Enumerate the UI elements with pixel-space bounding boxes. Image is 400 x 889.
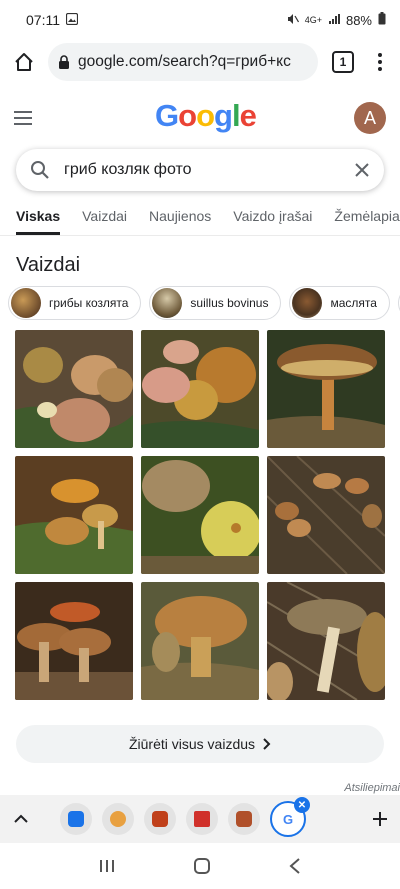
image-result[interactable]	[15, 330, 133, 448]
image-result[interactable]	[267, 582, 385, 700]
image-result[interactable]	[15, 456, 133, 574]
image-result[interactable]	[141, 456, 259, 574]
chevron-up-icon[interactable]	[10, 808, 32, 830]
signal-icon	[328, 13, 340, 28]
image-results-grid	[15, 330, 386, 700]
related-chip[interactable]: suillus bovinus	[149, 286, 282, 320]
tab-favicon[interactable]	[60, 803, 92, 835]
google-g-icon: G	[282, 811, 294, 827]
status-bar: 07:11 4G+ 88%	[0, 0, 400, 40]
mute-icon	[287, 13, 299, 28]
back-nav-icon[interactable]	[288, 857, 302, 875]
view-all-label: Žiūrėti visus vaizdus	[128, 736, 256, 752]
chevron-right-icon	[263, 738, 271, 750]
google-header: Google A	[0, 92, 400, 144]
hamburger-menu-icon[interactable]	[14, 111, 42, 125]
tab-switcher-button[interactable]: 1	[332, 51, 354, 73]
feedback-link[interactable]: Atsiliepimai	[344, 782, 400, 794]
recent-apps-icon[interactable]	[98, 858, 116, 874]
status-time: 07:11	[26, 12, 60, 28]
browser-menu-button[interactable]	[368, 46, 392, 78]
battery-percent: 88%	[345, 12, 372, 28]
tab-videos[interactable]: Vaizdo įrašai	[233, 202, 312, 235]
active-tab-favicon[interactable]: G ✕	[270, 797, 310, 837]
image-result[interactable]	[267, 456, 385, 574]
account-avatar[interactable]: A	[354, 102, 386, 134]
system-nav-bar	[0, 843, 400, 889]
tab-news[interactable]: Naujienos	[149, 202, 211, 235]
search-box[interactable]: гриб козляк фото	[16, 149, 384, 191]
home-nav-icon[interactable]	[193, 857, 211, 875]
new-tab-icon[interactable]	[370, 809, 390, 829]
url-text: google.com/search?q=гриб+кс	[78, 53, 291, 70]
search-tabs: Viskas Vaizdai Naujienos Vaizdo įrašai Ž…	[0, 202, 400, 236]
related-chip[interactable]: маслята	[289, 286, 390, 320]
chip-thumbnail	[152, 288, 183, 318]
clear-search-icon[interactable]	[354, 162, 370, 178]
image-result[interactable]	[141, 330, 259, 448]
chip-label: грибы козлята	[49, 296, 129, 310]
browser-tab-strip: G ✕	[0, 795, 400, 843]
image-result[interactable]	[267, 330, 385, 448]
tab-favicon[interactable]	[228, 803, 260, 835]
tab-maps[interactable]: Žemėlapia	[334, 202, 399, 235]
chip-label: suillus bovinus	[190, 296, 269, 310]
chip-thumbnail	[292, 288, 323, 318]
home-button[interactable]	[8, 46, 40, 78]
home-icon	[15, 53, 33, 71]
google-logo[interactable]: Google	[155, 98, 257, 134]
browser-toolbar: google.com/search?q=гриб+кс 1	[0, 40, 400, 84]
view-all-images-button[interactable]: Žiūrėti visus vaizdus	[16, 725, 384, 763]
chip-label: маслята	[330, 296, 377, 310]
tab-images[interactable]: Vaizdai	[82, 202, 127, 235]
image-result[interactable]	[141, 582, 259, 700]
address-bar[interactable]: google.com/search?q=гриб+кс	[48, 43, 318, 81]
search-input[interactable]: гриб козляк фото	[64, 161, 340, 179]
tab-favicon[interactable]	[186, 803, 218, 835]
gallery-icon	[66, 12, 78, 28]
related-search-chips: грибы козлята suillus bovinus маслята	[8, 286, 400, 322]
lock-icon	[59, 54, 69, 69]
network-type: 4G+	[304, 15, 322, 25]
images-section-title: Vaizdai	[16, 254, 81, 276]
image-result[interactable]	[15, 582, 133, 700]
tab-favicon[interactable]	[144, 803, 176, 835]
related-chip[interactable]: грибы козлята	[8, 286, 142, 320]
search-icon	[31, 161, 49, 179]
tab-favicon[interactable]	[102, 803, 134, 835]
tab-all[interactable]: Viskas	[16, 202, 61, 235]
chip-thumbnail	[11, 288, 41, 318]
battery-icon	[378, 12, 386, 28]
close-tab-icon[interactable]: ✕	[294, 797, 310, 813]
